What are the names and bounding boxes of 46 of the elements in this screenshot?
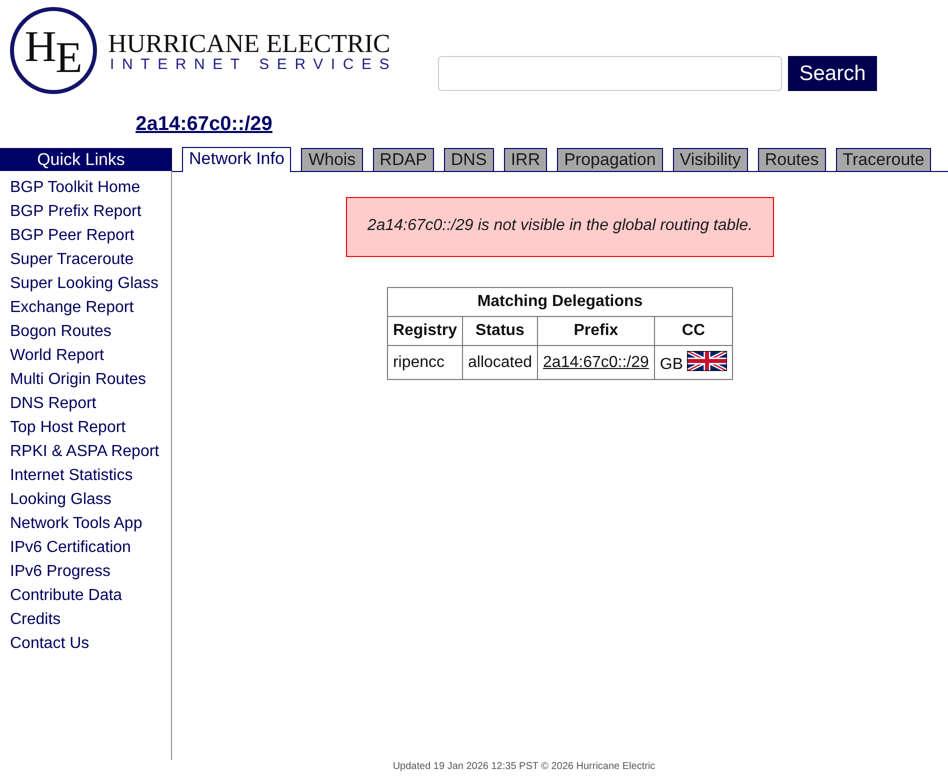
sidebar-link[interactable]: World Report: [10, 344, 104, 368]
sidebar-link[interactable]: Multi Origin Routes: [10, 368, 146, 392]
sidebar-link[interactable]: RPKI & ASPA Report: [10, 440, 160, 464]
page-title-link[interactable]: 2a14:67c0::/29: [136, 114, 272, 134]
sidebar-link[interactable]: Bogon Routes: [10, 320, 112, 344]
sidebar-link[interactable]: Exchange Report: [10, 296, 134, 320]
brand-tagline: INTERNET SERVICES: [110, 57, 398, 73]
sidebar-link[interactable]: BGP Prefix Report: [10, 200, 142, 224]
tab[interactable]: IRR: [504, 148, 548, 171]
tab[interactable]: RDAP: [372, 148, 434, 171]
table-title: Matching Delegations: [387, 288, 733, 316]
sidebar-link[interactable]: Super Traceroute: [10, 248, 134, 272]
tab[interactable]: Routes: [758, 148, 826, 171]
sidebar-link[interactable]: Internet Statistics: [10, 464, 133, 488]
sidebar-link[interactable]: Super Looking Glass: [10, 272, 159, 296]
sidebar-link[interactable]: IPv6 Certification: [10, 536, 131, 560]
sidebar-link[interactable]: DNS Report: [10, 392, 96, 416]
sidebar-heading: Quick Links: [0, 148, 172, 171]
tab[interactable]: Propagation: [557, 148, 663, 171]
sidebar-link[interactable]: Network Tools App: [10, 512, 142, 536]
sidebar-link[interactable]: BGP Peer Report: [10, 224, 134, 248]
tab[interactable]: Whois: [301, 148, 363, 171]
column-header: Registry: [387, 316, 462, 346]
table-cell: ripencc: [387, 346, 462, 380]
tab[interactable]: Traceroute: [836, 148, 932, 171]
flag-icon: [687, 351, 728, 371]
sidebar-link[interactable]: Credits: [10, 608, 61, 632]
search-field[interactable]: [438, 56, 782, 91]
country-code: GB: [660, 356, 684, 374]
sidebar-link[interactable]: Contact Us: [10, 632, 90, 656]
sidebar-link[interactable]: Contribute Data: [10, 584, 122, 608]
tab[interactable]: Network Info: [182, 147, 292, 172]
sidebar-link[interactable]: BGP Toolkit Home: [10, 176, 140, 200]
sidebar-link[interactable]: IPv6 Progress: [10, 560, 110, 584]
table-cell: allocated: [462, 346, 538, 380]
alert-message: 2a14:67c0::/29 is not visible in the global routing table.: [346, 197, 774, 257]
column-header: Prefix: [538, 316, 654, 346]
tab[interactable]: Visibility: [672, 148, 748, 171]
brand-name: HURRICANE ELECTRIC: [108, 30, 392, 57]
search-button[interactable]: Search: [788, 56, 877, 91]
footer-text: Updated 19 Jan 2026 12:35 PST © 2026 Hurricane Electric: [392, 761, 656, 772]
column-header: CC: [654, 316, 733, 346]
sidebar-link[interactable]: Looking Glass: [10, 488, 112, 512]
column-header: Status: [462, 316, 538, 346]
sidebar-link[interactable]: Top Host Report: [10, 416, 126, 440]
tab[interactable]: DNS: [444, 148, 494, 171]
